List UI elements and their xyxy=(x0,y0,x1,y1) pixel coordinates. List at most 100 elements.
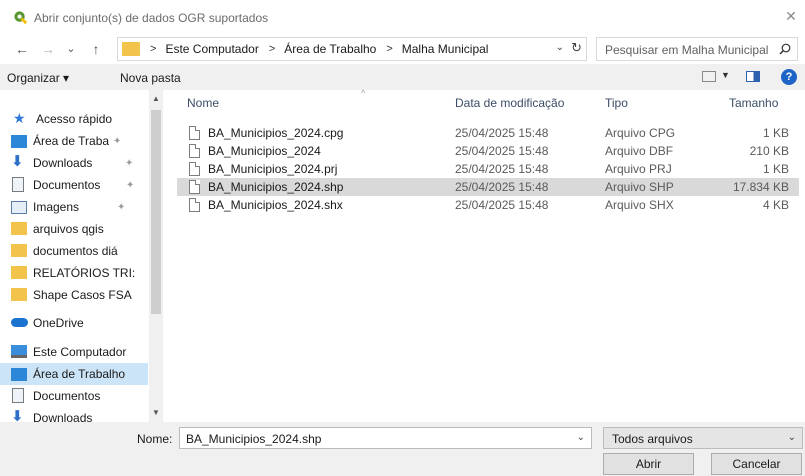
file-icon xyxy=(189,144,200,158)
file-name: BA_Municipios_2024 xyxy=(208,144,321,158)
window-title: Abrir conjunto(s) de dados OGR suportado… xyxy=(34,11,269,25)
file-type: Arquivo DBF xyxy=(605,144,674,158)
sidebar-item-images[interactable]: Imagens ✦ xyxy=(0,196,148,218)
chevron-down-icon[interactable]: ⌄ xyxy=(556,42,564,53)
file-size: 1 KB xyxy=(762,162,789,176)
breadcrumb-item[interactable]: Área de Trabalho xyxy=(284,42,376,56)
dialog-footer: Nome: BA_Municipios_2024.shp ⌄ Todos arq… xyxy=(0,422,805,476)
sidebar-item-label: Documentos xyxy=(33,389,101,403)
breadcrumb-item[interactable]: Malha Municipal xyxy=(402,42,489,56)
sidebar-item-documents-pc[interactable]: Documentos xyxy=(0,385,148,407)
sidebar: ★ Acesso rápido Área de Traba ✦ ⬇ Downlo… xyxy=(0,90,163,422)
sidebar-item-shape-casos[interactable]: Shape Casos FSA xyxy=(0,284,148,306)
table-row[interactable]: BA_Municipios_2024.shp 25/04/2025 15:48 … xyxy=(177,178,799,196)
new-folder-button[interactable]: Nova pasta xyxy=(120,71,181,85)
file-icon xyxy=(189,126,200,140)
address-bar[interactable]: > Este Computador > Área de Trabalho > M… xyxy=(117,37,587,61)
image-icon xyxy=(11,201,27,214)
file-name-field[interactable]: BA_Municipios_2024.shp ⌄ xyxy=(179,427,592,449)
chevron-down-icon[interactable]: ⌄ xyxy=(577,432,585,443)
folder-icon xyxy=(11,288,27,301)
column-header-size[interactable]: Tamanho xyxy=(729,96,778,110)
pin-icon: ✦ xyxy=(126,180,135,191)
view-options-icon[interactable] xyxy=(702,71,716,82)
file-name-label: Nome: xyxy=(137,432,173,446)
file-date: 25/04/2025 15:48 xyxy=(455,180,549,194)
organize-button[interactable]: Organizar ▾ xyxy=(7,71,69,85)
file-icon xyxy=(189,198,200,212)
sidebar-item-label: documentos diá xyxy=(33,244,118,258)
file-date: 25/04/2025 15:48 xyxy=(455,198,549,212)
folder-icon xyxy=(11,266,27,279)
help-icon[interactable]: ? xyxy=(781,69,797,85)
pin-icon: ✦ xyxy=(125,158,134,169)
sidebar-item-label: Documentos xyxy=(33,178,101,192)
search-input[interactable]: Pesquisar em Malha Municipal xyxy=(596,37,798,61)
refresh-icon[interactable]: ↻ xyxy=(571,40,582,56)
sidebar-item-desktop[interactable]: Área de Traba ✦ xyxy=(0,130,148,152)
sidebar-item-downloads[interactable]: ⬇ Downloads ✦ xyxy=(0,152,148,174)
sidebar-item-downloads-pc[interactable]: ⬇ Downloads xyxy=(0,407,148,422)
chevron-right-icon: > xyxy=(150,43,157,55)
sidebar-scrollbar[interactable]: ▲ ▼ xyxy=(149,90,163,422)
computer-icon xyxy=(11,345,27,358)
sidebar-item-this-pc[interactable]: Este Computador xyxy=(0,341,148,363)
file-date: 25/04/2025 15:48 xyxy=(455,126,549,140)
column-header-date[interactable]: Data de modificação xyxy=(455,96,564,110)
file-icon xyxy=(189,162,200,176)
up-button[interactable]: ↑ xyxy=(88,40,104,58)
sidebar-item-quick-access[interactable]: ★ Acesso rápido xyxy=(0,108,148,130)
desktop-icon xyxy=(11,135,27,148)
scrollbar-thumb[interactable] xyxy=(151,110,161,314)
table-row[interactable]: BA_Municipios_2024 25/04/2025 15:48 Arqu… xyxy=(177,142,799,160)
sidebar-item-documents[interactable]: Documentos ✦ xyxy=(0,174,148,196)
download-icon: ⬇ xyxy=(11,408,24,422)
chevron-down-icon[interactable]: ⌄ xyxy=(788,432,796,443)
sidebar-item-onedrive[interactable]: OneDrive xyxy=(0,312,148,334)
recent-locations-button[interactable]: ⌄ xyxy=(63,40,79,58)
open-button[interactable]: Abrir xyxy=(603,453,694,475)
toolbar: Organizar ▾ Nova pasta ▼ ? xyxy=(0,64,805,90)
scroll-down-icon[interactable]: ▼ xyxy=(151,408,161,417)
chevron-down-icon[interactable]: ▼ xyxy=(721,70,730,80)
file-name: BA_Municipios_2024.shp xyxy=(208,180,344,194)
forward-button[interactable]: → xyxy=(40,40,56,58)
file-size: 210 KB xyxy=(749,144,789,158)
file-type: Arquivo SHP xyxy=(605,180,674,194)
cancel-button[interactable]: Cancelar xyxy=(711,453,802,475)
file-date: 25/04/2025 15:48 xyxy=(455,162,549,176)
table-row[interactable]: BA_Municipios_2024.cpg 25/04/2025 15:48 … xyxy=(177,124,799,142)
file-size: 4 KB xyxy=(762,198,789,212)
preview-pane-icon[interactable] xyxy=(746,71,760,82)
qgis-logo-icon xyxy=(14,11,28,25)
sidebar-item-arquivos-qgis[interactable]: arquivos qgis xyxy=(0,218,148,240)
sidebar-item-relatorios[interactable]: RELATÓRIOS TRI: xyxy=(0,262,148,284)
table-row[interactable]: BA_Municipios_2024.shx 25/04/2025 15:48 … xyxy=(177,196,799,214)
close-icon[interactable]: ✕ xyxy=(783,8,799,25)
file-type: Arquivo CPG xyxy=(605,126,676,140)
back-button[interactable]: ← xyxy=(14,40,30,58)
pin-icon: ✦ xyxy=(113,136,122,147)
table-row[interactable]: BA_Municipios_2024.prj 25/04/2025 15:48 … xyxy=(177,160,799,178)
breadcrumb-item[interactable]: Este Computador xyxy=(165,42,258,56)
search-icon[interactable] xyxy=(779,43,791,55)
sidebar-item-desktop-pc[interactable]: Área de Trabalho xyxy=(0,363,148,385)
sidebar-item-label: Este Computador xyxy=(33,345,127,359)
sidebar-item-label: Shape Casos FSA xyxy=(33,288,132,302)
file-size: 17.834 KB xyxy=(732,180,789,194)
file-name: BA_Municipios_2024.prj xyxy=(208,162,338,176)
sidebar-item-label: Downloads xyxy=(33,156,93,170)
star-icon: ★ xyxy=(13,110,26,126)
file-size: 1 KB xyxy=(762,126,789,140)
file-list: ^ Nome Data de modificação Tipo Tamanho … xyxy=(163,88,805,422)
file-type-filter[interactable]: Todos arquivos ⌄ xyxy=(603,427,803,449)
sort-ascending-icon: ^ xyxy=(361,88,366,98)
file-name-value: BA_Municipios_2024.shp xyxy=(186,432,322,446)
file-type-filter-value: Todos arquivos xyxy=(612,432,693,446)
column-header-name[interactable]: Nome xyxy=(187,96,219,110)
scroll-up-icon[interactable]: ▲ xyxy=(151,94,161,103)
sidebar-item-label: Acesso rápido xyxy=(36,112,113,126)
sidebar-item-documentos-diarios[interactable]: documentos diá xyxy=(0,240,148,262)
column-header-type[interactable]: Tipo xyxy=(605,96,628,110)
sidebar-item-label: Área de Trabalho xyxy=(33,367,126,381)
